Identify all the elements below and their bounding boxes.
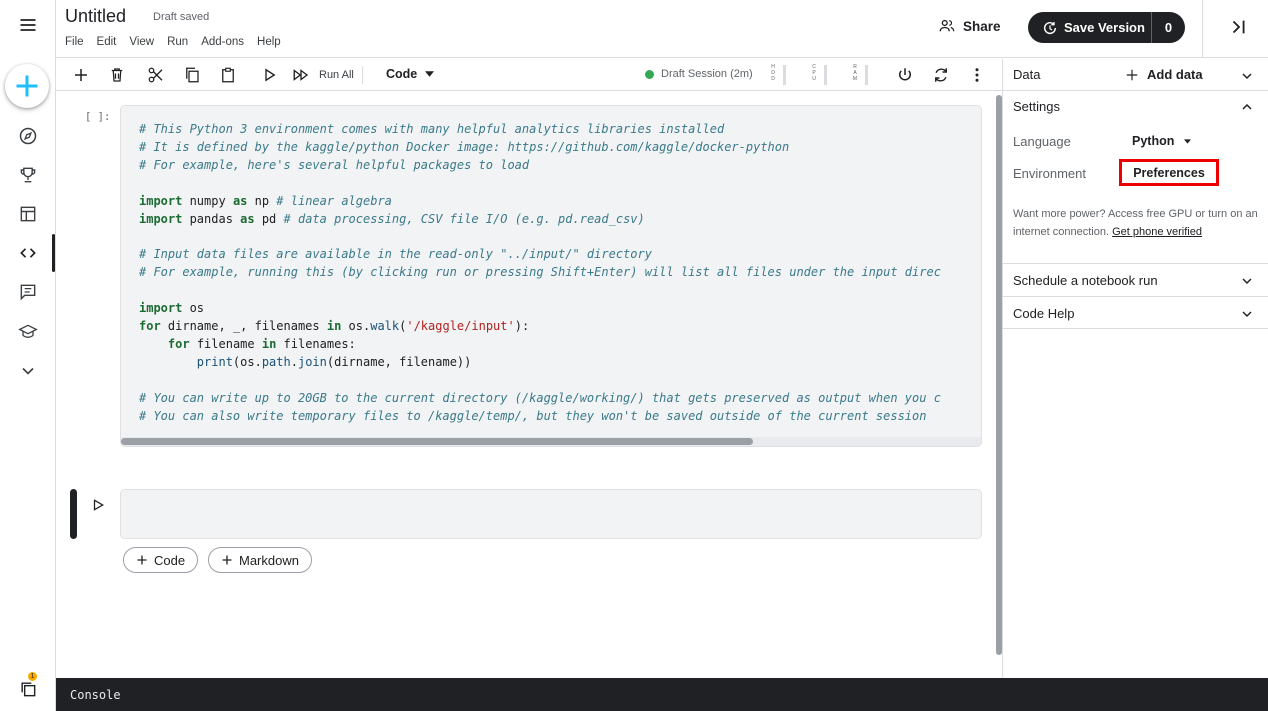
horizontal-scrollbar[interactable]: [121, 437, 981, 446]
add-data-label: Add data: [1147, 67, 1203, 82]
menu-bar: File Edit View Run Add-ons Help: [65, 36, 294, 48]
active-cell-indicator: [70, 489, 77, 539]
active-nav-indicator: [52, 234, 55, 272]
plus-icon: [1126, 69, 1138, 80]
menu-file[interactable]: File: [65, 36, 84, 48]
environment-label: Environment: [1013, 166, 1086, 181]
paste-icon[interactable]: [217, 65, 239, 85]
chevron-down-icon[interactable]: [8, 354, 48, 388]
session-dot: [645, 69, 654, 79]
cut-icon[interactable]: [145, 65, 167, 85]
menu-run[interactable]: Run: [167, 36, 188, 48]
save-version-label: Save Version: [1064, 20, 1145, 35]
notebook-area: [ ]: # This Python 3 environment comes w…: [56, 91, 1002, 678]
language-value: Python: [1132, 134, 1175, 148]
chevron-up-icon: [1242, 103, 1252, 110]
copy-cell-icon[interactable]: [181, 65, 203, 85]
language-label: Language: [1013, 134, 1071, 149]
schedule-section[interactable]: Schedule a notebook run: [1003, 264, 1268, 297]
draft-status: Draft saved: [153, 11, 210, 23]
dropdown-arrow-icon: [425, 71, 435, 77]
collapse-panel-icon[interactable]: [1228, 16, 1250, 38]
run-cell-icon[interactable]: [91, 498, 105, 512]
cell-type-select[interactable]: Code: [386, 67, 435, 81]
dropdown-arrow-icon: [1184, 138, 1192, 144]
data-label: Data: [1013, 67, 1041, 82]
menu-view[interactable]: View: [129, 36, 154, 48]
settings-section: Settings Language Python Environment Pre…: [1003, 91, 1268, 264]
save-version-button[interactable]: Save Version 0: [1028, 12, 1185, 43]
table-icon[interactable]: [8, 197, 48, 231]
chevron-down-icon: [1242, 73, 1252, 80]
side-panel: Data Add data Settings Language Python E…: [1002, 59, 1268, 678]
add-cell-icon[interactable]: [70, 65, 92, 85]
run-cell-icon[interactable]: [258, 65, 280, 85]
share-button[interactable]: Share: [938, 17, 1001, 35]
menu-icon[interactable]: [8, 8, 48, 42]
left-nav-rail: 1: [0, 0, 56, 711]
console-label: Console: [70, 688, 121, 702]
notebook-title[interactable]: Untitled: [65, 6, 126, 27]
more-options-icon[interactable]: [966, 65, 988, 85]
power-icon[interactable]: [894, 65, 916, 85]
data-section[interactable]: Data Add data: [1003, 59, 1268, 91]
trophy-icon[interactable]: [8, 158, 48, 192]
notification-badge: 1: [28, 672, 37, 681]
history-icon: [1043, 21, 1057, 34]
chevron-down-icon: [1242, 311, 1252, 318]
cell-type-value: Code: [386, 67, 418, 81]
session-status[interactable]: Draft Session (2m): [645, 68, 753, 80]
add-icon: [16, 75, 38, 97]
settings-label[interactable]: Settings: [1013, 99, 1060, 114]
run-all-button[interactable]: Run All: [319, 69, 354, 81]
chevron-down-icon: [1242, 278, 1252, 285]
cpu-meter: C P U: [811, 64, 827, 86]
add-markdown-label: Markdown: [239, 552, 299, 568]
session-label: Draft Session (2m): [661, 68, 753, 80]
hdd-meter: H D D: [770, 64, 786, 86]
menu-help[interactable]: Help: [257, 36, 281, 48]
schedule-label: Schedule a notebook run: [1013, 273, 1158, 288]
code-help-label: Code Help: [1013, 306, 1075, 321]
add-code-button[interactable]: Code: [123, 547, 199, 573]
run-all-icon[interactable]: [290, 65, 312, 85]
version-count: 0: [1164, 20, 1173, 35]
code-editor[interactable]: # This Python 3 environment comes with m…: [139, 121, 941, 425]
code-icon[interactable]: [8, 236, 48, 270]
cell-prompt: [ ]:: [85, 111, 111, 123]
help-text: Want more power? Access free GPU or turn…: [1013, 205, 1268, 241]
code-cell[interactable]: # This Python 3 environment comes with m…: [120, 105, 982, 447]
delete-icon[interactable]: [106, 65, 128, 85]
code-help-section[interactable]: Code Help: [1003, 297, 1268, 329]
header: Untitled Draft saved File Edit View Run …: [56, 0, 1268, 58]
notebook-toolbar: Run All Code Draft Session (2m) H D D C …: [56, 59, 1002, 91]
menu-addons[interactable]: Add-ons: [201, 36, 244, 48]
phone-verify-link[interactable]: Get phone verified: [1112, 226, 1202, 238]
people-icon: [939, 19, 955, 32]
console-bar[interactable]: Console: [56, 678, 1268, 711]
compass-icon[interactable]: [8, 119, 48, 153]
add-code-label: Code: [154, 552, 186, 568]
restart-icon[interactable]: [930, 65, 952, 85]
school-icon[interactable]: [8, 315, 48, 349]
menu-edit[interactable]: Edit: [97, 36, 117, 48]
language-select[interactable]: Python: [1132, 134, 1192, 148]
ram-meter: R A M: [852, 64, 868, 86]
add-markdown-button[interactable]: Markdown: [208, 547, 312, 573]
share-label: Share: [963, 18, 1001, 34]
comment-icon[interactable]: [8, 275, 48, 309]
add-data-button[interactable]: Add data: [1125, 67, 1203, 82]
create-button[interactable]: [5, 64, 49, 108]
empty-code-cell[interactable]: [120, 489, 982, 539]
environment-preferences-button[interactable]: Preferences: [1119, 159, 1219, 186]
